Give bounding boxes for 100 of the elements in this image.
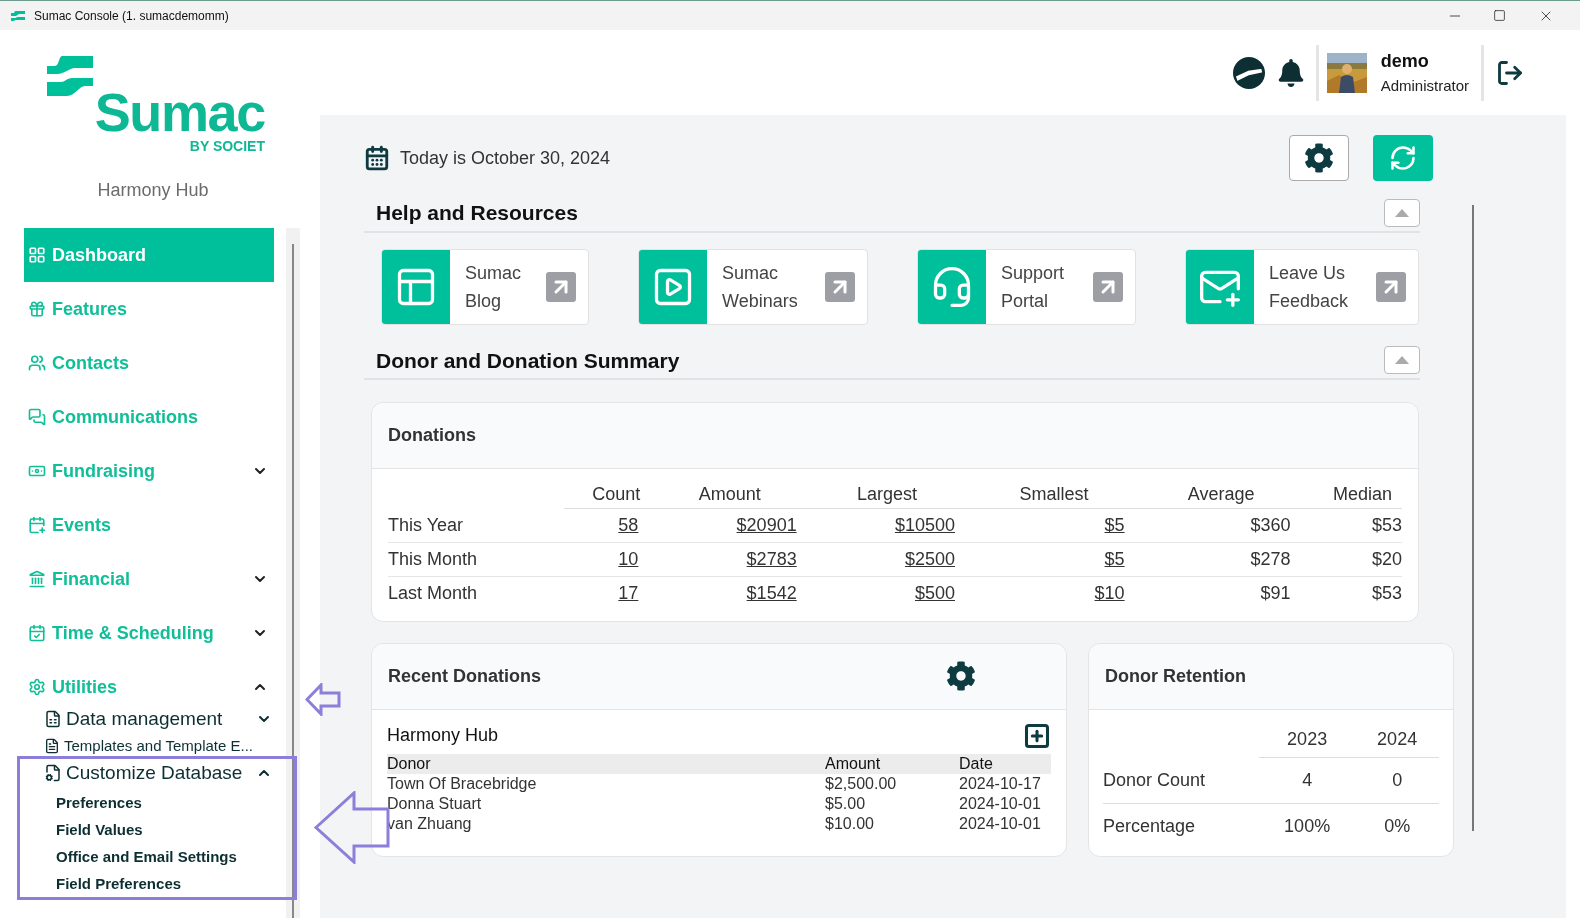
gear-icon — [1304, 143, 1334, 173]
column-header: Date — [959, 753, 994, 774]
people-icon — [28, 354, 46, 372]
table-link[interactable]: $1542 — [746, 583, 797, 604]
table-cell: $53 — [1371, 515, 1402, 535]
add-icon[interactable] — [1023, 721, 1051, 750]
annotation-arrow — [305, 683, 341, 716]
app-icon — [11, 10, 25, 21]
window-title: Sumac Console (1. sumacdemomm) — [34, 7, 229, 25]
settings-icon[interactable] — [946, 661, 976, 691]
nav-subitem[interactable]: Office and Email Settings — [56, 844, 274, 871]
resource-card[interactable]: Sumac Blog — [381, 248, 589, 325]
refresh-icon — [1389, 144, 1417, 172]
table-link[interactable]: 58 — [618, 515, 639, 535]
table-link[interactable]: $500 — [914, 583, 955, 604]
scrollbar-thumb[interactable] — [1472, 205, 1474, 831]
scrollbar-thumb[interactable] — [292, 244, 294, 918]
column-header: 2023 — [1287, 728, 1328, 749]
nav-label: Time & Scheduling — [52, 621, 214, 645]
column-header: 2024 — [1377, 728, 1418, 749]
external-link-icon — [1093, 271, 1123, 302]
table-link[interactable]: $5 — [1104, 549, 1125, 569]
nav-label: Features — [52, 297, 128, 321]
column-header: Smallest — [1019, 483, 1089, 506]
logo-icon — [47, 56, 95, 96]
user-role: Administrator — [1380, 75, 1469, 96]
table-cell: $360 — [1250, 515, 1291, 535]
table-cell: 4 — [1259, 757, 1356, 804]
card-title: Donations — [388, 424, 476, 447]
external-link-icon — [825, 271, 855, 302]
card-title: Donor Retention — [1105, 664, 1246, 688]
table-link[interactable]: 17 — [618, 583, 639, 604]
calendar-check-icon — [28, 624, 46, 642]
section-title: Donor and Donation Summary — [376, 347, 681, 374]
book-globe-icon[interactable] — [1231, 55, 1266, 90]
table-cell-text: $5.00 — [825, 793, 867, 814]
table-cell-text: 2024-10-01 — [959, 793, 1042, 814]
table-link[interactable]: $2500 — [904, 549, 955, 569]
row-label: This Year — [388, 508, 564, 543]
nav-label: Communications — [52, 405, 198, 429]
table-cell-text: 2024-10-01 — [959, 813, 1042, 834]
row-label: Percentage — [1103, 803, 1259, 850]
nav-label: Financial — [52, 567, 131, 591]
resource-card[interactable]: Support Portal — [917, 248, 1136, 325]
card-title: Leave Us Feedback — [1268, 261, 1350, 313]
document-icon — [44, 738, 60, 754]
nav-sublabel: Customize Database — [66, 760, 243, 785]
table-link[interactable]: $2783 — [746, 549, 797, 569]
table-cell: 0 — [1355, 757, 1439, 804]
maximize-icon[interactable] — [1493, 9, 1506, 22]
grid-icon — [28, 246, 46, 264]
table-link[interactable]: $10 — [1094, 583, 1125, 604]
table-link[interactable]: $5 — [1104, 515, 1125, 535]
caret-up-icon — [1395, 356, 1409, 365]
card-title: Sumac Webinars — [721, 261, 799, 313]
table-cell: $91 — [1260, 583, 1291, 604]
settings-button[interactable] — [1289, 135, 1349, 181]
column-header: Amount — [698, 483, 761, 506]
external-link-icon — [1376, 271, 1406, 302]
card-title: Recent Donations — [388, 664, 543, 688]
external-link-icon — [546, 271, 576, 302]
nav-label: Dashboard — [52, 243, 147, 267]
card-title: Sumac Blog — [464, 261, 523, 313]
table-link[interactable]: $10500 — [894, 515, 955, 535]
nav-subitem[interactable]: Preferences — [56, 790, 274, 817]
nav-label: Events — [52, 513, 112, 537]
table-cell: $20 — [1371, 549, 1402, 569]
table-link[interactable]: $20901 — [736, 515, 797, 535]
gift-icon — [28, 300, 46, 318]
column-header: Median — [1332, 483, 1392, 506]
table-cell-text: $2,500.00 — [825, 773, 898, 794]
caret-up-icon — [1395, 208, 1409, 217]
table-link[interactable]: 10 — [618, 549, 639, 569]
table-cell: 100% — [1259, 803, 1356, 850]
logo-wordmark: Sumac — [94, 90, 265, 134]
document-gear-icon — [44, 764, 62, 782]
nav-subitem[interactable]: Templates and Template E... — [44, 736, 274, 756]
resource-card[interactable]: Leave Us Feedback — [1185, 248, 1419, 325]
calendar-icon — [28, 516, 46, 534]
nav-subitem[interactable]: Field Values — [56, 817, 274, 844]
row-label: Donor Count — [1103, 757, 1259, 804]
card-subtitle: Harmony Hub — [387, 724, 500, 747]
nav-label: Utilities — [52, 675, 117, 699]
column-header: Largest — [856, 483, 917, 506]
column-header: Donor — [387, 753, 432, 774]
nav-sublabel: Data management — [66, 706, 223, 731]
table-cell-text: Town Of Bracebridge — [387, 773, 538, 794]
nav-subitem[interactable]: Data management — [44, 702, 274, 736]
bank-icon — [28, 570, 46, 588]
chat-icon — [28, 408, 46, 426]
nav-label: Fundraising — [52, 459, 155, 483]
table-cell: $278 — [1250, 549, 1291, 569]
table-cell-text: Donna Stuart — [387, 793, 483, 814]
table-cell-text: $10.00 — [825, 813, 875, 834]
calendar-icon — [364, 145, 390, 171]
bell-icon[interactable] — [1277, 58, 1304, 87]
resource-card[interactable]: Sumac Webinars — [638, 248, 868, 325]
logout-icon[interactable] — [1496, 58, 1524, 87]
nav-subitem[interactable]: Customize Database — [44, 756, 274, 790]
nav-subitem[interactable]: Field Preferences — [56, 871, 274, 898]
